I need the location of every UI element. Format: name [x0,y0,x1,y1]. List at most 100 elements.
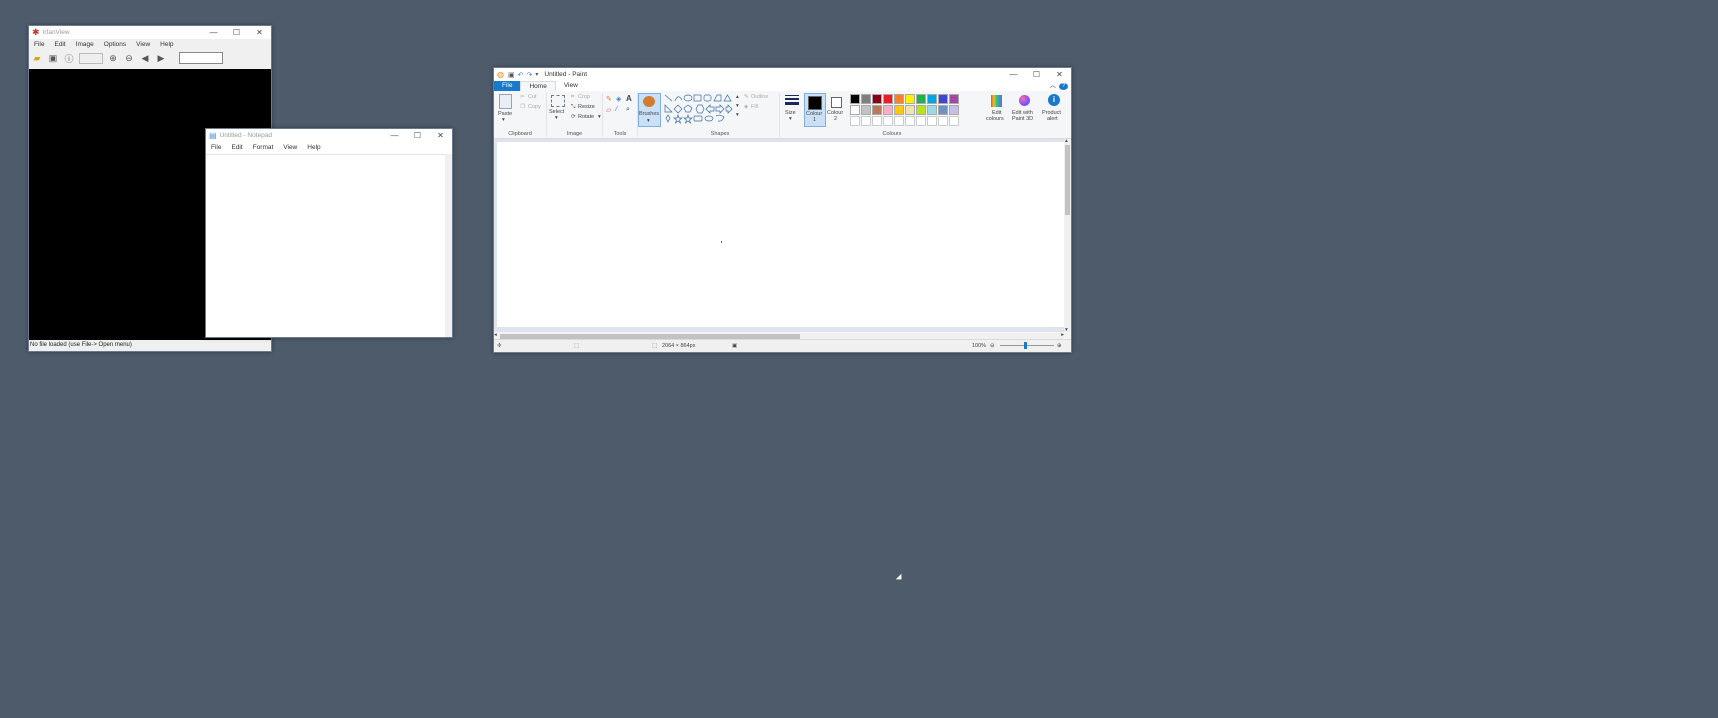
custom-colour-slot[interactable] [916,116,926,126]
colour-swatch[interactable] [850,94,860,104]
menu-file[interactable]: File [206,143,226,153]
menu-edit[interactable]: Edit [226,143,247,153]
help-icon[interactable]: ? [1058,82,1068,90]
custom-colour-slot[interactable] [927,116,937,126]
menu-view[interactable]: View [131,40,155,50]
minimize-button[interactable]: — [383,129,406,142]
colour-swatch[interactable] [872,105,882,115]
menu-options[interactable]: Options [99,40,131,50]
info-icon[interactable]: ⓘ [63,52,75,64]
zoom-in-button[interactable]: ⊕ [1057,343,1062,349]
colour-swatch[interactable] [949,105,959,115]
shapes-gallery[interactable] [664,94,736,126]
colour-swatch[interactable] [894,94,904,104]
zoom-select[interactable] [79,52,103,64]
text-tool-icon[interactable]: A [626,94,632,103]
paste-dropdown-icon[interactable]: ▾ [502,117,505,123]
paste-button[interactable]: Paste [498,111,512,117]
menu-file[interactable]: File [29,40,49,50]
colour-swatch[interactable] [872,94,882,104]
vertical-scrollbar[interactable]: ▴ ▾ [1064,138,1071,333]
collapse-ribbon-icon[interactable]: ︿ [1046,81,1059,91]
custom-colour-slot[interactable] [905,116,915,126]
vertical-scrollbar[interactable] [445,154,452,337]
shapes-gallery-expand-icon[interactable]: ▾ [736,112,739,118]
colour-swatch[interactable] [883,105,893,115]
fill-bucket-icon[interactable]: ◈ [616,95,621,103]
custom-colour-slot[interactable] [883,116,893,126]
menu-edit[interactable]: Edit [49,40,70,50]
tab-home[interactable]: Home [520,80,556,92]
shapes-gallery-up-icon[interactable]: ▴ [736,94,739,100]
crop-button[interactable]: Crop [578,94,590,100]
fill-button[interactable]: Fill [751,104,758,110]
qat-dropdown-icon[interactable]: ▾ [535,71,538,78]
scroll-up-icon[interactable]: ▴ [1065,138,1068,144]
shapes-gallery-down-icon[interactable]: ▾ [736,103,739,109]
colour2-button[interactable]: Colour 2 [826,93,846,125]
pencil-icon[interactable]: ✎ [606,95,612,103]
zoom-out-icon[interactable]: ⊖ [123,52,135,64]
custom-colour-slot[interactable] [861,116,871,126]
product-alert-button[interactable]: i Product alert [1041,93,1067,125]
redo-icon[interactable]: ↷ [526,71,532,79]
colour-swatch[interactable] [938,94,948,104]
brushes-button[interactable]: Brushes ▾ [638,93,661,127]
undo-icon[interactable]: ↶ [518,71,524,79]
custom-colour-slot[interactable] [949,116,959,126]
rotate-dropdown-icon[interactable]: ▾ [598,114,601,120]
notepad-text-area[interactable] [206,154,445,337]
arrow-left-icon[interactable]: ◀ [139,52,151,64]
vertical-scroll-thumb[interactable] [1065,145,1070,215]
colour-swatch[interactable] [850,105,860,115]
minimize-button[interactable]: — [202,26,225,39]
close-button[interactable]: ✕ [429,129,452,142]
colour-swatch[interactable] [861,94,871,104]
colour-swatch[interactable] [927,105,937,115]
edit-colours-button[interactable]: Edit colours [986,93,1008,125]
custom-colour-slot[interactable] [894,116,904,126]
eraser-icon[interactable]: ▱ [606,106,611,114]
colour-swatch[interactable] [905,105,915,115]
colour1-button[interactable]: Colour 1 [804,93,826,127]
scroll-down-icon[interactable]: ▾ [1065,327,1068,333]
menu-image[interactable]: Image [71,40,99,50]
irfanview-titlebar[interactable]: ✱ IrfanView — ☐ ✕ [29,26,271,39]
tab-file[interactable]: File [494,81,521,91]
arrow-right-icon[interactable]: ▶ [155,52,167,64]
zoom-slider-thumb[interactable] [1024,342,1027,349]
tab-view[interactable]: View [556,81,586,91]
close-button[interactable]: ✕ [248,26,271,39]
cut-button[interactable]: Cut [528,94,537,100]
paint-titlebar[interactable]: ◍ ▣ ↶ ↷ ▾ Untitled - Paint — ☐ ✕ [494,68,1071,81]
save-icon[interactable]: ▣ [47,52,59,64]
maximize-button[interactable]: ☐ [1025,68,1048,81]
zoom-out-button[interactable]: ⊖ [990,343,995,349]
copy-button[interactable]: Copy [528,104,541,110]
scroll-left-icon[interactable]: ◂ [494,332,497,338]
edit-with-paint3d-button[interactable]: Edit with Paint 3D [1011,93,1039,125]
maximize-button[interactable]: ☐ [406,129,429,142]
magnifier-icon[interactable]: ⌕ [626,106,630,114]
colour-swatch[interactable] [916,105,926,115]
custom-colour-slot[interactable] [938,116,948,126]
page-input[interactable] [179,52,223,64]
colour-swatch[interactable] [894,105,904,115]
outline-button[interactable]: Outline [751,94,768,100]
zoom-slider[interactable] [1000,345,1054,346]
custom-colour-slot[interactable] [872,116,882,126]
save-icon[interactable]: ▣ [508,71,515,79]
rotate-button[interactable]: Rotate [578,114,594,120]
scroll-right-icon[interactable]: ▸ [1061,332,1064,338]
custom-colour-slot[interactable] [850,116,860,126]
colour-swatch[interactable] [861,105,871,115]
resize-button[interactable]: Resize [578,104,595,110]
menu-format[interactable]: Format [248,143,279,153]
size-button[interactable]: Size ▾ [782,93,802,125]
select-dropdown-icon[interactable]: ▾ [555,115,558,121]
minimize-button[interactable]: — [1002,68,1025,81]
menu-help[interactable]: Help [302,143,325,153]
drawing-canvas[interactable] [497,142,1064,327]
close-button[interactable]: ✕ [1048,68,1071,81]
colour-swatch[interactable] [916,94,926,104]
